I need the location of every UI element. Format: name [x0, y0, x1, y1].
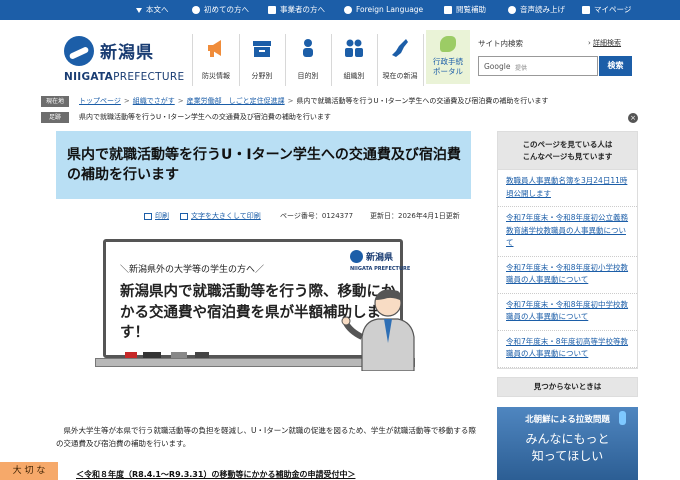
- breadcrumb: 現在地 トップページ > 組織でさがす > 産業労働部 しごと定住促進課 > 県内で就職活動…: [41, 96, 639, 108]
- breadcrumb-department-link[interactable]: 産業労働部 しごと定住促進課: [187, 97, 285, 105]
- search-title: サイト内検索: [478, 39, 523, 48]
- related-pages-list: 教職員人事異動名簿を3月24日11時頃公開します 令和7年度末・令和8年度初公立…: [497, 170, 638, 369]
- nav-by-field[interactable]: 分野別: [240, 34, 284, 84]
- accessibility-icon: [444, 6, 452, 14]
- list-item: 令和7年度末・令和8年度初公立義務教育諸学校教職員の人事異動について: [498, 207, 637, 257]
- search-input[interactable]: Google 提供: [478, 56, 598, 76]
- close-footprint-button[interactable]: ×: [628, 113, 638, 123]
- advanced-search-link[interactable]: › 詳細検索: [588, 38, 621, 48]
- hero-subtitle: ＼新潟県外の大学等の学生の方へ／: [120, 265, 265, 275]
- breadcrumb-top-link[interactable]: トップページ: [79, 97, 121, 105]
- page-title-box: 県内で就職活動等を行うU・Iターン学生への交通費及び宿泊費の補助を行います: [56, 131, 471, 199]
- nav-disaster-info[interactable]: 防災情報: [194, 34, 238, 84]
- breadcrumb-organization-link[interactable]: 組織でさがす: [133, 97, 175, 105]
- person-icon: [268, 6, 276, 14]
- star-icon: [582, 6, 590, 14]
- google-label: Google: [484, 62, 511, 71]
- list-item: 令和7年度末・令和8年度初小学校教職員の人事異動について: [498, 257, 637, 294]
- logo-name-ja: 新潟県: [100, 43, 154, 63]
- related-link[interactable]: 令和7年度末・令和8年度初中学校教職員の人事異動について: [506, 300, 628, 322]
- folder-icon: [253, 41, 271, 57]
- list-item: 令和7年度末・8年度初高等学校等教職員の人事異動について: [498, 331, 637, 368]
- utility-bar: 本文へ 初めての方へ 事業者の方へ Foreign Language 閲覧補助 …: [0, 0, 680, 20]
- info-icon: [192, 6, 200, 14]
- org-icon: [345, 39, 363, 57]
- business-link[interactable]: 事業者の方へ: [268, 0, 325, 20]
- site-logo[interactable]: 新潟県 NIIGATAPREFECTURE: [64, 36, 194, 84]
- related-link[interactable]: 令和7年度末・令和8年度初公立義務教育諸学校教職員の人事異動について: [506, 213, 628, 247]
- prefecture-emblem-icon: [350, 250, 363, 263]
- related-link[interactable]: 令和7年度末・令和8年度初小学校教職員の人事異動について: [506, 263, 628, 285]
- large-text-print-link[interactable]: 文字を大きくして印刷: [180, 211, 261, 221]
- breadcrumb-current: 県内で就職活動等を行うU・Iターン学生への交通費及び宿泊費の補助を行います: [296, 97, 549, 105]
- footprint-trail: 足跡 県内で就職活動等を行うU・Iターン学生への交通費及び宿泊費の補助を行います: [41, 112, 639, 124]
- printer-icon: [180, 212, 188, 220]
- nav-divider: [423, 34, 424, 86]
- breadcrumb-tag: 現在地: [41, 96, 69, 107]
- accessibility-link[interactable]: 閲覧補助: [444, 0, 486, 20]
- prefecture-emblem-icon: [64, 36, 94, 66]
- eraser: [143, 352, 161, 358]
- logo-name-en: NIIGATAPREFECTURE: [64, 71, 185, 83]
- not-found-heading[interactable]: 見つからないときは: [497, 377, 638, 397]
- niigata-map-icon: [392, 39, 408, 57]
- nav-divider: [192, 34, 193, 86]
- page-title: 県内で就職活動等を行うU・Iターン学生への交通費及び宿泊費の補助を行います: [67, 147, 461, 183]
- marker-red: [125, 352, 137, 358]
- related-link[interactable]: 令和7年度末・8年度初高等学校等教職員の人事異動について: [506, 337, 628, 359]
- google-provided-label: 提供: [515, 65, 528, 72]
- megaphone-icon: [208, 40, 221, 57]
- speaker-icon: [508, 6, 516, 14]
- mypage-link[interactable]: マイページ: [582, 0, 631, 20]
- footprint-tag: 足跡: [41, 112, 69, 123]
- intro-paragraph: 県外大学生等が本県で行う就職活動等の負担を軽減し、U・Iターン就職の促進を図るた…: [56, 426, 476, 448]
- skip-to-content-link[interactable]: 本文へ: [136, 0, 169, 20]
- marker-black: [195, 352, 209, 358]
- footprint-item[interactable]: 県内で就職活動等を行うU・Iターン学生への交通費及び宿泊費の補助を行います: [79, 112, 331, 123]
- presenter-illustration: [341, 289, 415, 371]
- first-visit-link[interactable]: 初めての方へ: [192, 0, 249, 20]
- group-icon: [303, 39, 313, 57]
- nav-niigata-now[interactable]: 現在の新潟: [378, 34, 422, 84]
- search-button[interactable]: 検索: [599, 56, 632, 76]
- foreign-language-link[interactable]: Foreign Language: [344, 0, 423, 20]
- important-side-tab[interactable]: 大 切 な: [0, 462, 58, 480]
- section-heading: ＜令和８年度（R8.4.1～R9.3.31）の移動等にかかる補助金の申請受付中＞: [76, 470, 356, 479]
- nav-by-organization[interactable]: 組織別: [332, 34, 376, 84]
- voice-reader-link[interactable]: 音声読み上げ: [508, 0, 565, 20]
- marker-gray: [171, 352, 187, 358]
- list-item: 教職員人事異動名簿を3月24日11時頃公開します: [498, 170, 637, 207]
- related-pages-heading: このページを見ている人は こんなページも見ています: [497, 131, 638, 170]
- abduction-issue-banner[interactable]: 北朝鮮による拉致問題 みんなにもっと 知ってほしい: [497, 407, 638, 480]
- portal-map-icon: [440, 36, 456, 52]
- admin-procedures-portal-link[interactable]: 行政手続 ポータル: [426, 30, 470, 84]
- globe-icon: [344, 6, 352, 14]
- page-number: ページ番号：0124377: [280, 212, 354, 220]
- nav-by-purpose[interactable]: 目的別: [286, 34, 330, 84]
- list-item: 令和7年度末・令和8年度初中学校教職員の人事異動について: [498, 294, 637, 331]
- arrow-down-icon: [136, 7, 142, 13]
- hero-logo: 新潟県 NIIGATA PREFECTURE: [350, 250, 410, 276]
- printer-icon: [144, 212, 152, 220]
- updated-date: 更新日：2026年4月1日更新: [370, 212, 460, 220]
- print-link[interactable]: 印刷: [144, 211, 169, 221]
- related-link[interactable]: 教職員人事異動名簿を3月24日11時頃公開します: [506, 176, 627, 198]
- hero-illustration: ＼新潟県外の大学等の学生の方へ／ 新潟県 NIIGATA PREFECTURE …: [95, 239, 440, 381]
